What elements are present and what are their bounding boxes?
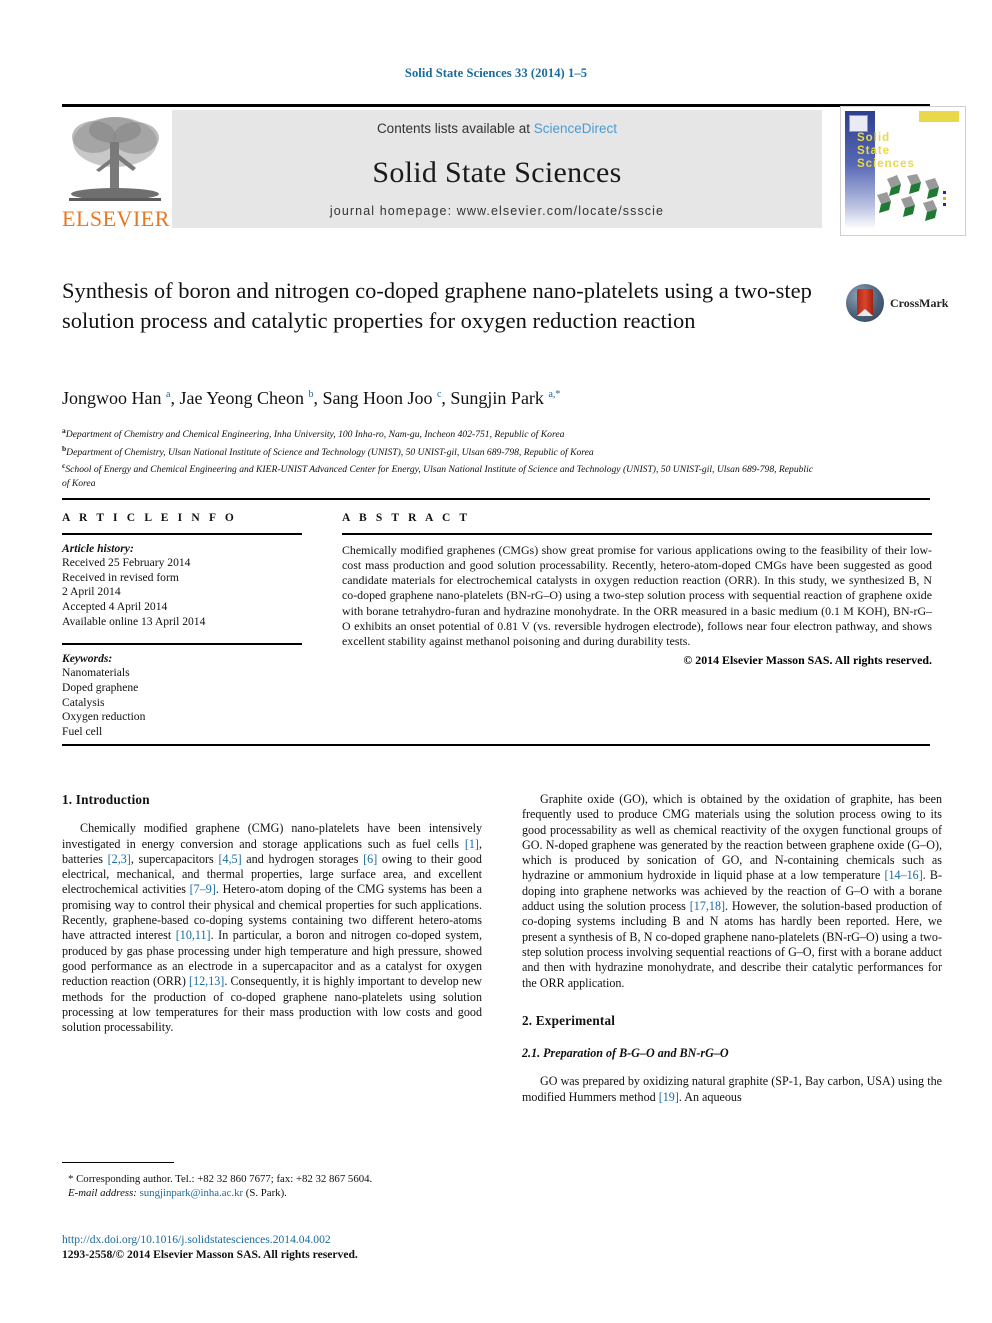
article-history-block: Article history: Received 25 February 20… (62, 535, 302, 630)
crossmark-badge[interactable]: CrossMark (846, 284, 948, 324)
citation-ref[interactable]: [6] (363, 852, 377, 866)
history-item: Available online 13 April 2014 (62, 614, 206, 628)
right-paragraph-1: Graphite oxide (GO), which is obtained b… (522, 792, 942, 990)
author-list: Jongwoo Han a, Jae Yeong Cheon b, Sang H… (62, 388, 561, 408)
body-column-right: Graphite oxide (GO), which is obtained b… (522, 792, 942, 1105)
contents-available-line: Contents lists available at ScienceDirec… (172, 121, 822, 136)
keywords-label: Keywords: (62, 651, 113, 665)
affiliation-item: aDepartment of Chemistry and Chemical En… (62, 426, 565, 441)
masthead-top-rule (62, 104, 930, 107)
abstract-column: A B S T R A C T Chemically modified grap… (342, 512, 932, 668)
keyword-item: Fuel cell (62, 724, 103, 738)
crossmark-label: CrossMark (890, 296, 949, 310)
email-address-link[interactable]: sungjinpark@inha.ac.kr (140, 1187, 244, 1199)
subsection-heading-preparation: 2.1. Preparation of B-G–O and BN-rG–O (522, 1046, 729, 1061)
cover-crystal-structure-icon (877, 174, 946, 221)
contents-prefix: Contents lists available at (376, 121, 534, 136)
issn-copyright-line: 1293-2558/© 2014 Elsevier Masson SAS. Al… (62, 1248, 358, 1261)
citation-ref[interactable]: [10,11] (176, 928, 211, 942)
email-line: E-mail address: sungjinpark@inha.ac.kr (… (62, 1186, 482, 1200)
elsevier-logo: ELSEVIER (62, 110, 170, 234)
citation-ref[interactable]: [2,3] (108, 852, 131, 866)
elsevier-tree-icon (69, 117, 161, 201)
affiliations-list: aDepartment of Chemistry and Chemical En… (62, 424, 822, 490)
citation-ref[interactable]: [12,13] (189, 974, 224, 988)
title-block: Synthesis of boron and nitrogen co-doped… (62, 276, 842, 336)
doi-link[interactable]: http://dx.doi.org/10.1016/j.solidstatesc… (62, 1232, 562, 1247)
crossmark-notch-icon (857, 309, 873, 316)
keyword-item: Oxygen reduction (62, 710, 146, 724)
citation-ref[interactable]: [4,5] (218, 852, 241, 866)
paper-page: Solid State Sciences 33 (2014) 1–5 ELSEV… (0, 0, 992, 1323)
body-column-left: 1. Introduction Chemically modified grap… (62, 792, 482, 1035)
article-history-label: Article history: (62, 541, 134, 555)
cover-inner: Solid State Sciences (845, 111, 959, 229)
masthead-panel: Contents lists available at ScienceDirec… (172, 110, 822, 228)
email-label: E-mail address: (68, 1187, 137, 1199)
history-item: Received 25 February 2014 (62, 556, 191, 570)
sciencedirect-link[interactable]: ScienceDirect (534, 121, 617, 136)
history-item: 2 April 2014 (62, 585, 121, 599)
journal-cover-thumbnail: Solid State Sciences (840, 106, 966, 236)
doi-block: http://dx.doi.org/10.1016/j.solidstatesc… (62, 1232, 562, 1262)
paper-title: Synthesis of boron and nitrogen co-doped… (62, 278, 812, 333)
citation-ref[interactable]: [1] (465, 837, 479, 851)
history-item: Received in revised form (62, 570, 179, 584)
abstract-copyright: © 2014 Elsevier Masson SAS. All rights r… (683, 652, 932, 667)
keyword-item: Catalysis (62, 695, 105, 709)
affiliation-item: cSchool of Energy and Chemical Engineeri… (62, 461, 814, 489)
info-region-bottom-rule (62, 744, 930, 746)
citation-ref[interactable]: [17,18] (690, 899, 725, 913)
keyword-item: Nanomaterials (62, 666, 130, 680)
cover-title-text: Solid State Sciences (857, 132, 915, 170)
section-heading-introduction: 1. Introduction (62, 792, 150, 807)
citation-ref[interactable]: [19] (659, 1090, 679, 1104)
crossmark-circle-icon (846, 284, 884, 322)
intro-paragraph-1: Chemically modified graphene (CMG) nano-… (62, 821, 483, 1035)
abstract-text: Chemically modified graphenes (CMGs) sho… (342, 542, 932, 649)
abstract-heading: A B S T R A C T (342, 512, 471, 524)
citation-ref[interactable]: [7–9] (190, 882, 216, 896)
citation-ref[interactable]: [14–16] (884, 868, 922, 882)
journal-homepage[interactable]: journal homepage: www.elsevier.com/locat… (172, 204, 822, 218)
history-item: Accepted 4 April 2014 (62, 599, 168, 613)
cover-publisher-badge-icon (849, 115, 868, 132)
experimental-paragraph-1: GO was prepared by oxidizing natural gra… (522, 1074, 942, 1104)
info-region-top-rule (62, 498, 930, 500)
running-head: Solid State Sciences 33 (2014) 1–5 (404, 66, 588, 80)
article-info-column: A R T I C L E I N F O Article history: R… (62, 512, 302, 739)
cover-top-band (919, 111, 959, 122)
elsevier-wordmark: ELSEVIER (62, 206, 170, 231)
keywords-block: Keywords: Nanomaterials Doped graphene C… (62, 645, 302, 740)
article-info-heading: A R T I C L E I N F O (62, 512, 237, 524)
affiliation-item: bDepartment of Chemistry, Ulsan National… (62, 443, 594, 458)
corresponding-author-line: * Corresponding author. Tel.: +82 32 860… (68, 1173, 373, 1185)
email-owner: (S. Park). (245, 1187, 287, 1199)
corresponding-author-footnote: * Corresponding author. Tel.: +82 32 860… (62, 1162, 482, 1200)
section-heading-experimental: 2. Experimental (522, 1012, 616, 1028)
journal-title: Solid State Sciences (372, 156, 622, 189)
keyword-item: Doped graphene (62, 680, 139, 694)
footnote-rule (62, 1162, 174, 1163)
journal-masthead: ELSEVIER Contents lists available at Sci… (62, 104, 966, 236)
